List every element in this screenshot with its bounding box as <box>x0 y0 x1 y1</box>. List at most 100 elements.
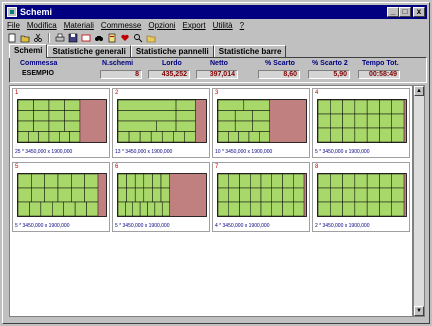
scroll-up-arrow[interactable]: ▲ <box>414 86 424 96</box>
cut-piece <box>354 99 368 115</box>
scheme-number: 3 <box>215 90 219 96</box>
cut-piece <box>317 99 331 115</box>
minimize-button[interactable]: _ <box>387 7 399 17</box>
cut-piece <box>150 131 163 143</box>
cut-piece <box>243 99 270 111</box>
cut-piece <box>117 110 177 122</box>
menu-modifica[interactable]: Modifica <box>27 21 57 30</box>
scheme-cell[interactable]: 5 5 * 3450,000 x 1900,000 <box>12 162 110 232</box>
cutting-diagram <box>17 99 107 143</box>
value-scarto-2: 5,90 <box>308 70 350 79</box>
cut-piece <box>391 127 405 143</box>
cutting-diagram <box>317 173 407 217</box>
cut-piece <box>217 110 236 122</box>
scheme-caption: 25 * 3450,000 x 1900,000 <box>15 149 73 155</box>
cut-piece <box>250 187 262 203</box>
cut-piece <box>117 131 130 143</box>
cut-piece <box>379 99 392 115</box>
cut-piece <box>161 131 174 143</box>
scheme-cell[interactable]: 7 4 * 3450,000 x 1900,000 <box>212 162 310 232</box>
cut-piece <box>317 113 331 129</box>
cut-piece <box>228 131 239 143</box>
cut-piece <box>173 131 185 143</box>
menu-help[interactable]: ? <box>240 21 244 30</box>
scheme-number: 5 <box>15 164 19 170</box>
scheme-caption: 5 * 3450,000 x 1900,000 <box>115 223 170 229</box>
scheme-cell[interactable]: 8 2 * 3450,000 x 1900,000 <box>312 162 410 232</box>
cut-piece <box>17 110 34 122</box>
cut-piece <box>252 110 270 122</box>
scheme-cell[interactable]: 3 10 * 3450,000 x 1900,000 <box>212 88 310 158</box>
cut-piece <box>134 187 145 203</box>
cut-piece <box>57 173 72 189</box>
cut-piece <box>59 131 70 143</box>
close-button[interactable]: x <box>413 7 425 17</box>
print-icon[interactable] <box>55 33 65 43</box>
cut-piece <box>342 127 356 143</box>
cut-piece <box>17 187 32 203</box>
scheme-cell[interactable]: 4 5 * 3450,000 x 1900,000 <box>312 88 410 158</box>
folder-icon[interactable] <box>146 33 156 43</box>
menu-commesse[interactable]: Commesse <box>101 21 141 30</box>
cut-icon[interactable] <box>33 33 43 43</box>
cut-piece <box>134 173 145 189</box>
cut-piece <box>228 173 240 189</box>
maximize-button[interactable]: □ <box>399 7 411 17</box>
cut-piece <box>117 201 126 217</box>
new-icon[interactable] <box>7 33 17 43</box>
cut-piece <box>217 201 229 217</box>
cut-piece <box>125 201 133 217</box>
vertical-scrollbar[interactable]: ▲ ▼ <box>413 85 425 317</box>
value-lordo: 435,252 <box>148 70 190 79</box>
cut-piece <box>293 173 305 189</box>
cut-piece <box>366 99 380 115</box>
cut-piece <box>143 187 153 203</box>
document-icon[interactable] <box>107 33 117 43</box>
cut-piece <box>391 99 405 115</box>
title-bar: Schemi _ □ x <box>5 5 427 19</box>
menu-bar: File Modifica Materiali Commesse Opzioni… <box>7 20 244 31</box>
tab-schemi[interactable]: Schemi <box>9 44 48 58</box>
menu-opzioni[interactable]: Opzioni <box>148 21 175 30</box>
scheme-cell[interactable]: 1 25 * 3450,000 x 1900,000 <box>12 88 110 158</box>
cut-piece <box>184 131 196 143</box>
cut-piece <box>71 187 85 203</box>
cut-piece <box>293 201 305 217</box>
cut-piece <box>354 113 368 129</box>
cut-piece <box>64 99 81 111</box>
image-icon[interactable] <box>81 33 91 43</box>
value-tempo-tot: 00:58:49 <box>358 70 400 79</box>
save-icon[interactable] <box>68 33 78 43</box>
cut-piece <box>217 173 229 189</box>
binoculars-icon[interactable] <box>94 33 104 43</box>
schemes-grid: 1 25 * 3450,000 x 1900,000 2 13 * 3450,000 … <box>9 85 413 317</box>
scheme-cell[interactable]: 2 13 * 3450,000 x 1900,000 <box>112 88 210 158</box>
cut-piece <box>84 187 99 203</box>
cut-piece <box>64 110 81 122</box>
cut-piece <box>354 187 368 203</box>
cut-piece <box>117 187 127 203</box>
menu-materiali[interactable]: Materiali <box>64 21 94 30</box>
cut-piece <box>391 201 405 217</box>
scheme-cell[interactable]: 6 5 * 3450,000 x 1900,000 <box>112 162 210 232</box>
scheme-number: 2 <box>115 90 119 96</box>
search-icon[interactable] <box>133 33 143 43</box>
cut-piece <box>342 99 356 115</box>
menu-file[interactable]: File <box>7 21 20 30</box>
cut-piece <box>128 131 141 143</box>
cut-piece <box>71 173 85 189</box>
cut-piece <box>366 113 380 129</box>
scheme-caption: 4 * 3450,000 x 1900,000 <box>215 223 270 229</box>
cut-piece <box>31 173 45 189</box>
menu-export[interactable]: Export <box>183 21 206 30</box>
cut-piece <box>260 173 272 189</box>
open-icon[interactable] <box>20 33 30 43</box>
cut-piece <box>48 99 65 111</box>
scroll-down-arrow[interactable]: ▼ <box>414 306 424 316</box>
scheme-caption: 13 * 3450,000 x 1900,000 <box>115 149 173 155</box>
heart-icon[interactable] <box>120 33 130 43</box>
cut-piece <box>33 110 50 122</box>
menu-utilita[interactable]: Utilità <box>213 21 233 30</box>
cut-piece <box>63 201 76 217</box>
cut-piece <box>175 99 196 111</box>
